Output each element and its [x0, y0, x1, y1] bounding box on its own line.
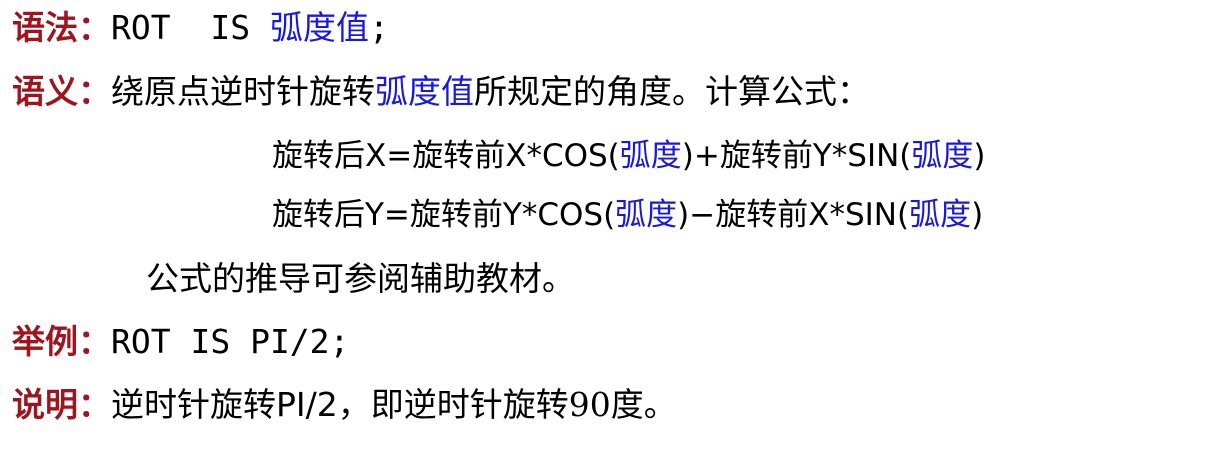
explanation-text-end: 度。	[610, 385, 677, 424]
explanation-text-start: 逆时针旋转PI/2，即逆时针旋转	[111, 385, 569, 424]
syntax-label: 语法：	[12, 8, 111, 47]
syntax-param: 弧度值	[269, 8, 369, 47]
formula-y-line: 旋转后Y=旋转前Y*COS(弧度)−旋转前X*SIN(弧度)	[272, 195, 983, 235]
formula-x-radian-2: 弧度	[911, 138, 974, 174]
explanation-number: 90	[568, 385, 611, 424]
formula-x-radian-1: 弧度	[619, 138, 682, 174]
semantics-text-end: 所规定的角度。计算公式：	[474, 72, 870, 111]
formula-y-radian-1: 弧度	[615, 197, 678, 233]
example-label: 举例：	[12, 322, 111, 361]
syntax-code-keyword: ROT IS	[111, 8, 270, 47]
syntax-code-end: ;	[368, 8, 389, 47]
derivation-note: 公式的推导可参阅辅助教材。	[146, 259, 575, 299]
example-line: 举例：ROT IS PI/2;	[12, 322, 349, 362]
semantics-param: 弧度值	[375, 72, 474, 111]
formula-x-part-e: )	[973, 138, 986, 174]
syntax-line: 语法：ROT IS 弧度值;	[12, 8, 389, 48]
explanation-line: 说明：逆时针旋转PI/2，即逆时针旋转90度。	[12, 385, 677, 425]
semantics-text-start: 绕原点逆时针旋转	[111, 72, 375, 111]
formula-y-part-e: )	[971, 197, 984, 233]
formula-y-radian-2: 弧度	[909, 197, 972, 233]
formula-y-part-c: )−旋转前X*SIN(	[677, 197, 910, 233]
semantics-label: 语义：	[12, 72, 111, 111]
derivation-note-text: 公式的推导可参阅辅助教材。	[146, 259, 575, 298]
formula-x-part-a: 旋转后X=旋转前X*COS(	[272, 138, 620, 174]
formula-x-line: 旋转后X=旋转前X*COS(弧度)+旋转前Y*SIN(弧度)	[272, 136, 985, 176]
formula-x-part-c: )+旋转前Y*SIN(	[681, 138, 912, 174]
semantics-line: 语义：绕原点逆时针旋转弧度值所规定的角度。计算公式：	[12, 72, 870, 112]
explanation-label: 说明：	[12, 385, 111, 424]
formula-y-part-a: 旋转后Y=旋转前Y*COS(	[272, 197, 616, 233]
example-code: ROT IS PI/2;	[111, 322, 350, 361]
